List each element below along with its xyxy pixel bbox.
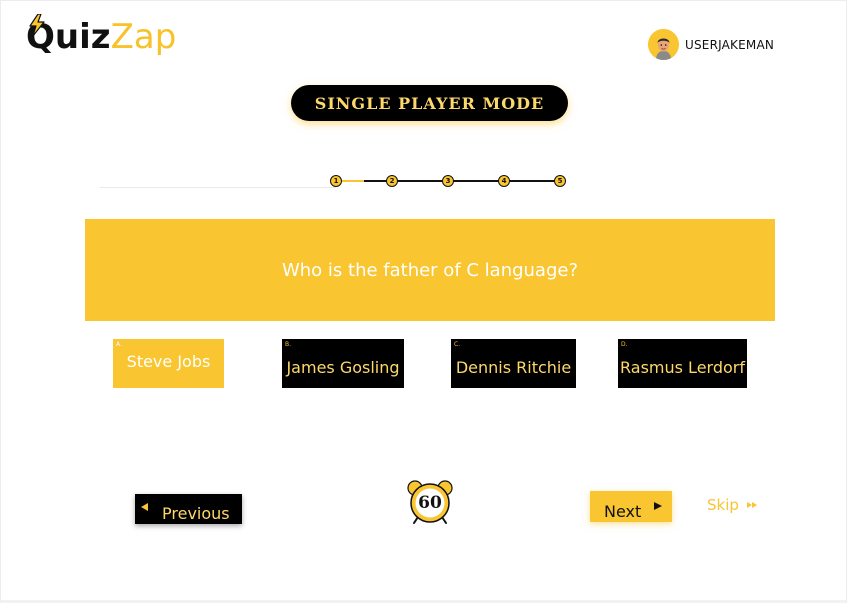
next-button-label: Next — [604, 502, 642, 521]
question-card: Who is the father of C language? — [85, 219, 775, 321]
user-profile[interactable]: USERJAKEMAN — [648, 29, 774, 60]
progress-step-1: 1 — [330, 175, 342, 187]
answer-option-d[interactable]: D. Rasmus Lerdorf — [618, 339, 747, 388]
countdown-timer: 60 — [404, 479, 456, 525]
lightning-bolt-icon — [29, 14, 45, 36]
fast-forward-icon — [746, 502, 757, 508]
logo-text-accent: Zap — [110, 17, 177, 57]
skip-button-label: Skip — [707, 496, 739, 514]
progress-step-5: 5 — [554, 175, 566, 187]
option-label: James Gosling — [286, 358, 400, 377]
user-avatar-icon[interactable] — [648, 29, 679, 60]
skip-button[interactable]: Skip — [707, 496, 757, 514]
option-label: Dennis Ritchie — [455, 358, 572, 377]
arrow-left-icon — [141, 503, 148, 511]
answer-option-a[interactable]: A. Steve Jobs — [113, 339, 224, 388]
option-letter: B. — [285, 341, 292, 348]
previous-button-label: Previous — [162, 504, 230, 523]
option-letter: A. — [116, 341, 122, 348]
game-mode-label: SINGLE PLAYER MODE — [314, 93, 545, 113]
option-label: Steve Jobs — [126, 352, 211, 371]
option-letter: D. — [621, 341, 628, 348]
game-mode-badge: SINGLE PLAYER MODE — [291, 85, 568, 121]
progress-step-3: 3 — [442, 175, 454, 187]
progress-track — [100, 187, 336, 188]
option-label: Rasmus Lerdorf — [620, 358, 745, 377]
progress-line-done — [340, 180, 364, 182]
option-letter: C. — [454, 341, 461, 348]
next-button[interactable]: Next — [590, 491, 672, 522]
previous-button[interactable]: Previous — [135, 494, 242, 524]
app-logo[interactable]: Quiz Zap — [26, 14, 177, 57]
answer-option-b[interactable]: B. James Gosling — [282, 339, 404, 388]
answer-option-c[interactable]: C. Dennis Ritchie — [451, 339, 576, 388]
arrow-right-icon — [654, 502, 662, 510]
progress-step-2: 2 — [386, 175, 398, 187]
question-text: Who is the father of C language? — [281, 259, 579, 281]
timer-value: 60 — [418, 493, 442, 513]
username-label: USERJAKEMAN — [685, 37, 775, 52]
progress-step-4: 4 — [498, 175, 510, 187]
